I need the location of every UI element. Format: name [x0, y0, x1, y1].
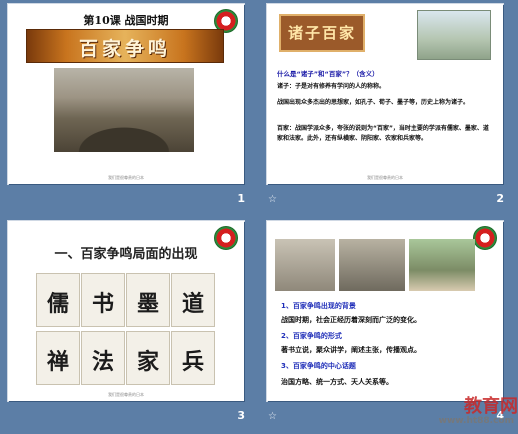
- body-1: 战国时期，社会正经历着深刻而广泛的变化。: [281, 316, 421, 324]
- heading-3: 3、百家争鸣的中心话题: [281, 362, 356, 370]
- title-banner: 诸子百家: [279, 14, 365, 52]
- scholars-painting: [417, 10, 491, 60]
- watermark-url: www.ht88.com: [438, 416, 514, 426]
- slide-footer: 我们是很尊贵的日本: [108, 175, 144, 180]
- school-logo-icon: [473, 226, 497, 250]
- banner-text: 百家争鸣: [78, 38, 171, 60]
- question-heading: 什么是“诸子”和“百家”？（含义）: [277, 70, 379, 78]
- body-2: 著书立说，聚众讲学，阐述主张，传播观点。: [281, 346, 421, 354]
- slide-number: 2: [496, 192, 504, 205]
- slide-title: 一、百家争鸣局面的出现: [54, 247, 198, 262]
- calligraphy-tile: 兵: [171, 331, 215, 385]
- calligraphy-tile: 道: [171, 273, 215, 327]
- statue-photos: [275, 239, 475, 291]
- slide-footer: 我们是很尊贵的日本: [367, 175, 403, 180]
- paragraph-3: 百家：战国学派众多，夸张的说则为“百家”，当时主要的学派有儒家、墨家、道家和法家…: [277, 125, 489, 142]
- statue-photo: [275, 239, 335, 291]
- slide-thumbnail-4[interactable]: 1、百家争鸣出现的背景 战国时期，社会正经历着深刻而广泛的变化。 2、百家争鸣的…: [259, 217, 518, 434]
- paragraph-1: 诸子：子是对有修养有学问的人的称称。: [277, 83, 386, 90]
- watermark-text: 教育网: [464, 396, 518, 417]
- slide-1[interactable]: 第10课 战国时期 百家争鸣 我们是很尊贵的日本: [8, 4, 244, 184]
- banner-text: 诸子百家: [287, 24, 356, 42]
- statue-photo: [339, 239, 405, 291]
- heading-1: 1、百家争鸣出现的背景: [281, 302, 356, 310]
- animation-icon[interactable]: ☆: [268, 411, 277, 422]
- paragraph-2: 战国出现众多杰出的思想家，如孔子、荀子、墨子等，历史上称为诸子。: [277, 99, 470, 106]
- slide-thumbnail-1[interactable]: 第10课 战国时期 百家争鸣 我们是很尊贵的日本 1: [0, 0, 259, 217]
- watermark: 教育网 www.ht88.com: [398, 392, 518, 426]
- body-3: 治国方略、统一方式、天人关系等。: [281, 378, 393, 386]
- calligraphy-tiles: 儒 书 墨 道 禅 法 家 兵: [36, 273, 215, 385]
- calligraphy-tile: 法: [81, 331, 125, 385]
- calligraphy-tile: 儒: [36, 273, 80, 327]
- statue-photo: [409, 239, 475, 291]
- calligraphy-tile: 书: [81, 273, 125, 327]
- slide-number: 3: [237, 409, 245, 422]
- animation-icon[interactable]: ☆: [268, 194, 277, 205]
- slide-sorter: 第10课 战国时期 百家争鸣 我们是很尊贵的日本 1 诸子百家 什么是“诸子”和…: [0, 0, 518, 434]
- title-banner: 百家争鸣: [26, 29, 224, 63]
- slide-thumbnail-2[interactable]: 诸子百家 什么是“诸子”和“百家”？（含义） 诸子：子是对有修养有学问的人的称称…: [259, 0, 518, 217]
- slide-footer: 我们是很尊贵的日本: [108, 392, 144, 397]
- slide-title: 第10课 战国时期: [83, 14, 169, 27]
- heading-2: 2、百家争鸣的形式: [281, 332, 342, 340]
- slide-number: 1: [237, 192, 245, 205]
- calligraphy-tile: 墨: [126, 273, 170, 327]
- slide-thumbnail-3[interactable]: 一、百家争鸣局面的出现 儒 书 墨 道 禅 法 家 兵 我们是很尊贵的日本 3: [0, 217, 259, 434]
- calligraphy-tile: 禅: [36, 331, 80, 385]
- landscape-photo: [54, 68, 194, 152]
- calligraphy-tile: 家: [126, 331, 170, 385]
- slide-2[interactable]: 诸子百家 什么是“诸子”和“百家”？（含义） 诸子：子是对有修养有学问的人的称称…: [267, 4, 503, 184]
- slide-4[interactable]: 1、百家争鸣出现的背景 战国时期，社会正经历着深刻而广泛的变化。 2、百家争鸣的…: [267, 221, 503, 401]
- slide-3[interactable]: 一、百家争鸣局面的出现 儒 书 墨 道 禅 法 家 兵 我们是很尊贵的日本: [8, 221, 244, 401]
